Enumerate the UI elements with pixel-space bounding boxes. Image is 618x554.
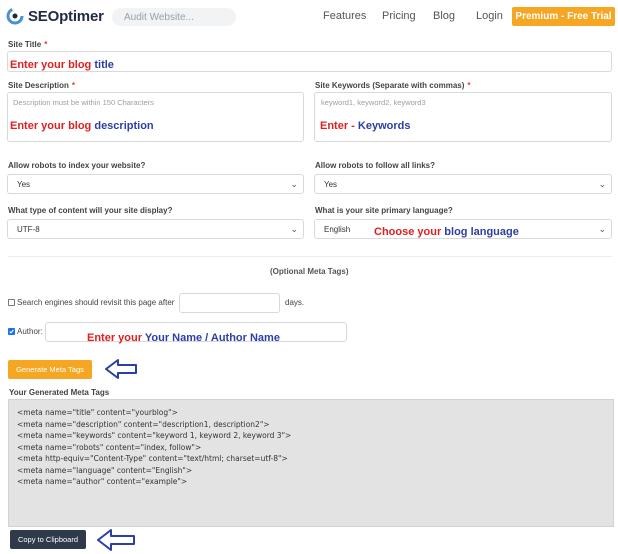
chevron-down-icon: ⌄ [290,179,298,189]
revisit-label: Search engines should revisit this page … [17,298,175,307]
robots-follow-select[interactable]: Yes ⌄ [314,174,612,194]
nav-pricing[interactable]: Pricing [382,10,416,22]
divider [8,256,612,257]
revisit-days-suffix: days. [285,298,305,307]
site-keywords-placeholder: keyword1, keyword2, keyword3 [321,98,426,107]
author-annotation: Enter your Your Name / Author Name [87,332,280,344]
nav-login[interactable]: Login [476,10,503,22]
arrow-left-icon [97,529,135,551]
chevron-down-icon: ⌄ [290,224,298,234]
code-line: <meta name="keywords" content="keyword 1… [17,431,292,440]
generated-meta-textarea[interactable]: <meta name="title" content="yourblog"> <… [8,399,614,527]
audit-search-input[interactable] [122,10,220,24]
author-checkbox[interactable] [8,328,15,335]
nav-features[interactable]: Features [323,10,366,22]
content-type-label: What type of content will your site disp… [8,206,173,215]
content-type-value: UTF-8 [17,225,40,234]
code-line: <meta name="language" content="English"> [17,465,193,475]
logo-text: SEOptimer [28,7,104,25]
generated-meta-label: Your Generated Meta Tags [9,388,110,397]
seoptimer-logo-icon [6,7,24,25]
optional-meta-heading: (Optional Meta Tags) [270,267,349,276]
code-line: <meta name="title" content="yourblog"> [17,408,178,417]
premium-trial-button[interactable]: Premium - Free Trial [512,7,615,26]
nav-blog[interactable]: Blog [433,10,455,22]
generate-meta-tags-button[interactable]: Generate Meta Tags [8,360,92,379]
robots-index-label: Allow robots to index your website? [8,161,146,170]
revisit-checkbox[interactable] [8,299,15,306]
content-type-select[interactable]: UTF-8 ⌄ [7,219,304,239]
code-line: <meta name="description" content="descri… [17,419,270,429]
language-annotation: Choose your blog language [374,226,519,238]
copy-to-clipboard-button[interactable]: Copy to Clipboard [10,530,86,549]
audit-search-bar[interactable] [112,8,236,26]
site-keywords-label: Site Keywords (Separate with commas) * [315,81,471,90]
robots-follow-value: Yes [324,180,338,189]
robots-follow-label: Allow robots to follow all links? [315,161,435,170]
code-line: <meta http-equiv="Content-Type" content=… [17,454,288,463]
site-keywords-annotation: Enter - Keywords [320,120,411,132]
code-line: <meta name="author" content="example"> [17,477,188,486]
site-description-label: Site Description * [8,81,76,90]
site-title-label: Site Title * [8,40,48,49]
site-description-annotation: Enter your blog description [10,120,154,132]
site-title-annotation: Enter your blog title [10,59,114,71]
language-value: English [324,225,351,234]
robots-index-value: Yes [17,180,31,189]
robots-index-select[interactable]: Yes ⌄ [7,174,304,194]
code-line: <meta name="robots" content="index, foll… [17,442,202,452]
chevron-down-icon: ⌄ [598,179,606,189]
chevron-down-icon: ⌄ [598,224,606,234]
revisit-days-input[interactable] [179,293,280,313]
check-icon [9,329,14,334]
language-label: What is your site primary language? [315,206,453,215]
arrow-left-icon [105,359,137,379]
site-description-placeholder: Description must be within 150 Character… [13,98,154,107]
logo[interactable]: SEOptimer [6,6,104,26]
author-label: Author: [17,327,43,336]
